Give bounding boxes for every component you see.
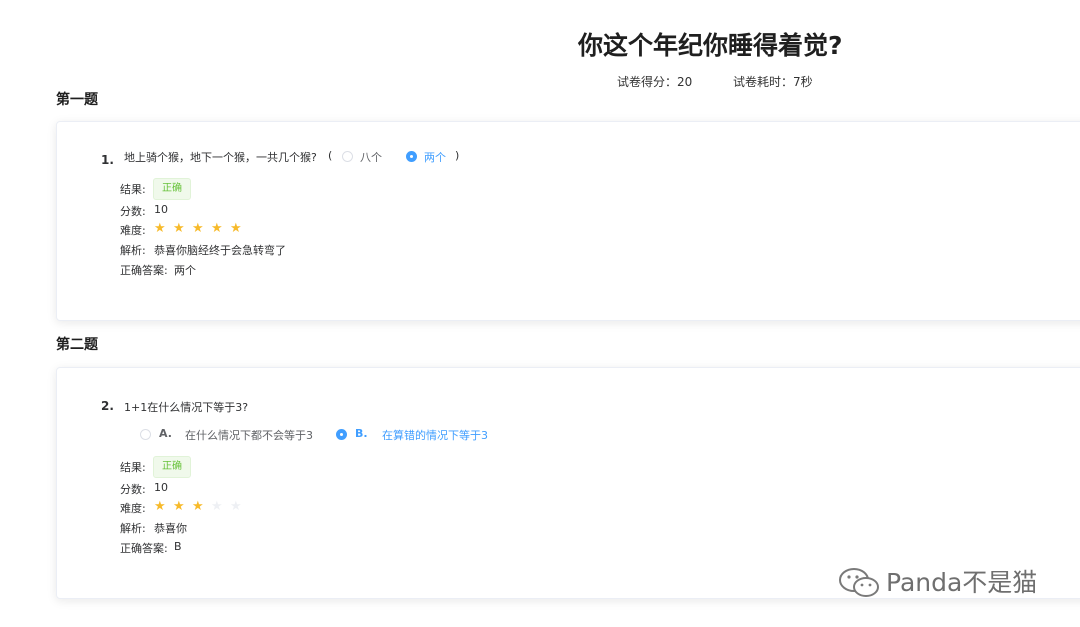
section-title-2: 第二题 bbox=[56, 337, 98, 353]
option-label: 两个 bbox=[424, 151, 446, 164]
radio-icon[interactable] bbox=[140, 429, 151, 440]
star-icon: ★ bbox=[173, 499, 185, 514]
analysis-text: 恭喜你脑经终于会急转弯了 bbox=[154, 244, 286, 257]
wechat-icon bbox=[839, 568, 879, 597]
analysis-label: 解析: bbox=[120, 522, 146, 535]
star-icon: ★ bbox=[230, 221, 242, 236]
star-icon: ★ bbox=[192, 499, 204, 514]
radio-checked-icon[interactable] bbox=[406, 151, 417, 162]
star-icon: ★ bbox=[173, 221, 185, 236]
score-value: 10 bbox=[154, 481, 168, 494]
question-text: 地上骑个猴，地下一个猴，一共几个猴? bbox=[124, 151, 317, 164]
option-label: 八个 bbox=[360, 151, 382, 164]
section-title-1: 第一题 bbox=[56, 92, 98, 108]
star-icon: ★ bbox=[192, 221, 204, 236]
result-label: 结果: bbox=[120, 183, 146, 196]
answer-label: 正确答案: bbox=[120, 542, 168, 555]
radio-icon[interactable] bbox=[342, 151, 353, 162]
score-label: 分数: bbox=[120, 205, 146, 218]
radio-checked-icon[interactable] bbox=[336, 429, 347, 440]
star-icon: ★ bbox=[211, 221, 223, 236]
option-letter: B. bbox=[355, 427, 368, 440]
star-icon: ★ bbox=[211, 499, 223, 514]
page-title: 你这个年纪你睡得着觉? bbox=[578, 31, 843, 60]
score-label: 分数: bbox=[120, 483, 146, 496]
page: 你这个年纪你睡得着觉? 试卷得分：20 试卷耗时：7秒 第一题 1. 地上骑个猴… bbox=[0, 0, 1080, 627]
option-label: 在什么情况下都不会等于3 bbox=[185, 429, 313, 442]
star-icon: ★ bbox=[154, 221, 166, 236]
analysis-text: 恭喜你 bbox=[154, 522, 187, 535]
close-paren: ) bbox=[455, 149, 460, 162]
analysis-label: 解析: bbox=[120, 244, 146, 257]
star-icon: ★ bbox=[154, 499, 166, 514]
watermark-text: Panda不是猫 bbox=[886, 568, 1038, 597]
status-badge: 正确 bbox=[153, 178, 191, 200]
question-card-1: 1. 地上骑个猴，地下一个猴，一共几个猴? ( 八个 两个 ) 结果: 正确 分… bbox=[56, 121, 1080, 321]
question-text: 1+1在什么情况下等于3? bbox=[124, 401, 249, 414]
difficulty-label: 难度: bbox=[120, 224, 146, 237]
exam-score: 试卷得分：20 bbox=[617, 75, 693, 89]
option-label: 在算错的情况下等于3 bbox=[382, 429, 488, 442]
star-icon: ★ bbox=[230, 499, 242, 514]
score-value: 10 bbox=[154, 203, 168, 216]
option-letter: A. bbox=[159, 427, 172, 440]
open-paren: ( bbox=[328, 149, 333, 162]
answer-label: 正确答案: bbox=[120, 264, 168, 277]
result-label: 结果: bbox=[120, 461, 146, 474]
answer-value: B bbox=[174, 540, 182, 553]
exam-time: 试卷耗时：7秒 bbox=[733, 75, 813, 89]
question-number: 1. bbox=[101, 153, 114, 167]
difficulty-label: 难度: bbox=[120, 502, 146, 515]
answer-value: 两个 bbox=[174, 264, 196, 277]
question-number: 2. bbox=[101, 399, 114, 413]
status-badge: 正确 bbox=[153, 456, 191, 478]
